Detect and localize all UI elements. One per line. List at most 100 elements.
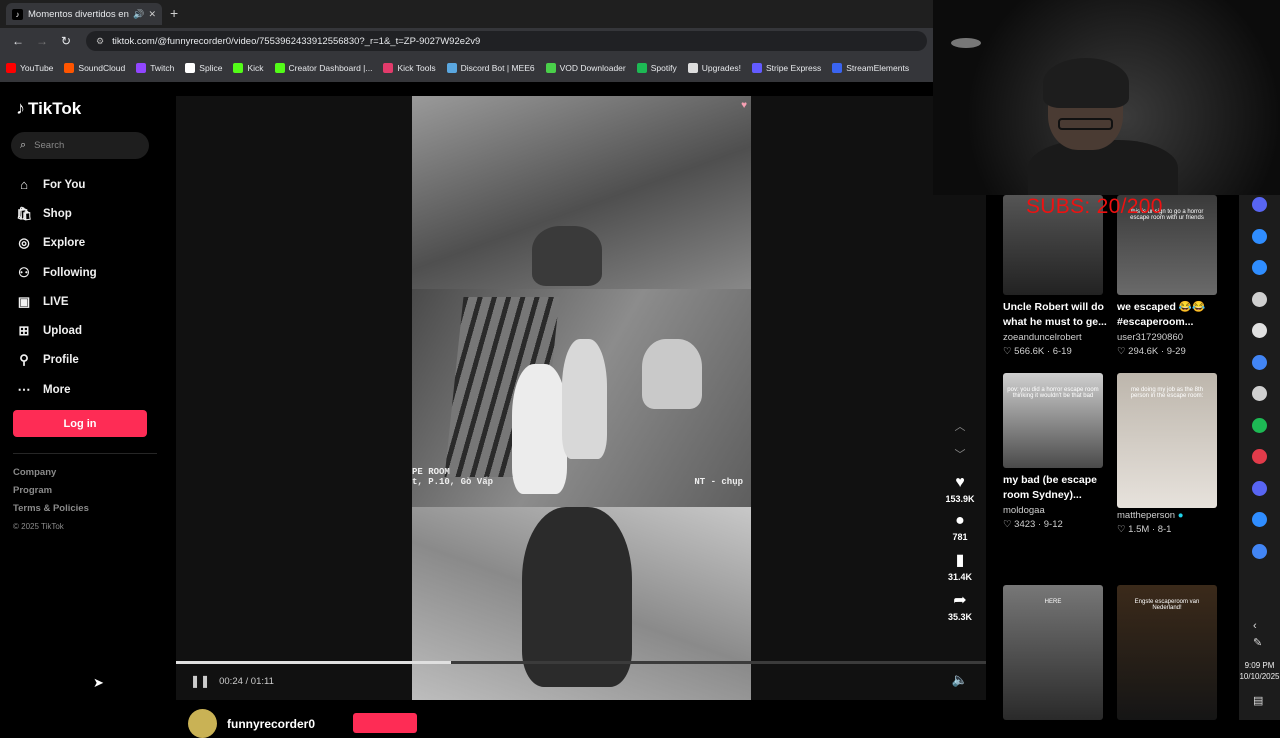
- bookmark-item[interactable]: Spotify: [636, 63, 677, 73]
- taskbar-clock[interactable]: 9:09 PM 10/10/2025: [1239, 660, 1280, 682]
- comment-button[interactable]: ● 781: [944, 512, 976, 542]
- footer-link-program[interactable]: Program: [13, 482, 89, 500]
- sidebar-item-following[interactable]: ⚇ Following: [16, 258, 96, 287]
- share-count: 35.3K: [947, 612, 973, 622]
- chevron-left-icon[interactable]: ‹: [1253, 620, 1257, 632]
- video-card-title[interactable]: my bad (be escape room Sydney)...: [1003, 473, 1115, 503]
- site-info-icon[interactable]: ⚙: [96, 36, 104, 47]
- video-card-title[interactable]: Uncle Robert will do what he must to ge.…: [1003, 300, 1115, 330]
- share-icon: ➦: [953, 592, 967, 609]
- chrome-icon[interactable]: [1252, 543, 1267, 559]
- bookmark-item[interactable]: Discord Bot | MEE6: [446, 63, 535, 73]
- video-progress-bar[interactable]: [176, 661, 986, 664]
- like-count: 153.9K: [945, 494, 975, 504]
- like-button[interactable]: ♥ 153.9K: [944, 474, 976, 504]
- search-input[interactable]: ⌕ Search: [11, 132, 149, 159]
- new-tab-button[interactable]: +: [170, 5, 178, 21]
- forward-button[interactable]: →: [30, 34, 54, 48]
- app-icon[interactable]: [1252, 323, 1267, 338]
- back-button[interactable]: ←: [6, 34, 30, 48]
- save-button[interactable]: ▮ 31.4K: [944, 550, 976, 582]
- music-icon[interactable]: [1252, 449, 1267, 464]
- bookmark-item[interactable]: YouTube: [6, 63, 53, 73]
- follow-button[interactable]: [353, 713, 417, 733]
- sidebar-item-more[interactable]: ⋯ More: [16, 375, 97, 404]
- url-field[interactable]: ⚙ tiktok.com/@funnyrecorder0/video/75539…: [86, 31, 927, 51]
- live-icon[interactable]: [1252, 512, 1267, 527]
- sidebar-item-explore[interactable]: ◎ Explore: [16, 229, 97, 258]
- search-icon: ⌕: [20, 139, 27, 151]
- video-card-title[interactable]: we escaped 😂😂 #escaperoom...: [1117, 300, 1229, 330]
- bookmark-item[interactable]: Creator Dashboard |...: [274, 63, 373, 73]
- previous-video-chevron-up-icon[interactable]: ︿: [944, 418, 976, 434]
- video-card-likes: 1.5M: [1128, 524, 1150, 535]
- footer-link-company[interactable]: Company: [13, 464, 89, 482]
- video-thumbnail[interactable]: HERE: [1003, 585, 1103, 720]
- video-thumbnail[interactable]: pov: you did a horror escape room thinki…: [1003, 373, 1103, 468]
- subs-goal-overlay: SUBS: 20/200: [1026, 195, 1163, 218]
- video-card-user[interactable]: user317290860: [1117, 332, 1219, 343]
- sidebar-item-live[interactable]: ▣ LIVE: [16, 287, 97, 316]
- video-frame[interactable]: PE ROOM t, P.10, Gò Vấp NT - chụp ♥: [412, 96, 751, 700]
- reload-button[interactable]: ↻: [54, 34, 78, 48]
- video-card[interactable]: this is ur sign to go a horror escape ro…: [1117, 195, 1219, 357]
- video-card-likes: 3423: [1014, 519, 1036, 530]
- bookmark-item[interactable]: VOD Downloader: [545, 63, 626, 73]
- browser-icon[interactable]: [1252, 260, 1267, 275]
- volume-icon[interactable]: 🔈: [952, 672, 968, 688]
- bookmark-item[interactable]: SoundCloud: [64, 63, 125, 73]
- webcam-lamp: [951, 38, 981, 48]
- footer-link-terms[interactable]: Terms & Policies: [13, 500, 89, 518]
- browser-tab[interactable]: ♪ Momentos divertidos en el 🔊 ✕: [6, 3, 162, 25]
- video-time: 00:24 / 01:11: [219, 675, 274, 687]
- video-player[interactable]: PE ROOM t, P.10, Gò Vấp NT - chụp ♥ ❚❚ 0…: [176, 96, 986, 700]
- video-thumbnail[interactable]: Engste escaperoom van Nederland!: [1117, 585, 1217, 720]
- video-card-user[interactable]: moldogaa: [1003, 505, 1105, 516]
- video-thumbnail[interactable]: me doing my job as the 8th person in the…: [1117, 373, 1217, 508]
- video-card[interactable]: Engste escaperoom van Nederland!: [1117, 585, 1219, 720]
- app-icon[interactable]: [1252, 386, 1267, 401]
- spotify-icon[interactable]: [1252, 417, 1267, 433]
- steam-icon[interactable]: [1252, 228, 1267, 244]
- calendar-icon[interactable]: [1252, 480, 1267, 496]
- tiktok-logo[interactable]: ♪ TikTok: [16, 98, 81, 119]
- bookmark-item[interactable]: Twitch: [136, 63, 174, 73]
- chrome-icon[interactable]: [1252, 354, 1267, 370]
- speaker-icon[interactable]: 🔊: [133, 9, 144, 20]
- author-name[interactable]: funnyrecorder0: [227, 717, 315, 731]
- video-card-user[interactable]: zoeanduncelrobert: [1003, 332, 1105, 343]
- bookmark-item[interactable]: Upgrades!: [687, 63, 741, 73]
- sidebar-item-label: For You: [43, 178, 86, 191]
- bookmark-item[interactable]: Stripe Express: [751, 63, 821, 73]
- thumbnail-caption: pov: you did a horror escape room thinki…: [1007, 387, 1099, 399]
- video-card[interactable]: pov: you did a horror escape room thinki…: [1003, 373, 1105, 530]
- video-card[interactable]: me doing my job as the 8th person in the…: [1117, 373, 1219, 535]
- bookmark-label: Creator Dashboard |...: [288, 63, 373, 73]
- sidebar-item-for-you[interactable]: ⌂ For You: [16, 170, 97, 199]
- sidebar-item-shop[interactable]: 🛍 Shop: [16, 199, 97, 228]
- bookmark-label: Discord Bot | MEE6: [460, 63, 535, 73]
- login-button[interactable]: Log in: [13, 410, 147, 437]
- video-card[interactable]: Uncle Robert will do what he must to ge.…: [1003, 195, 1107, 357]
- bookmark-item[interactable]: StreamElements: [832, 63, 909, 73]
- discord-icon[interactable]: [1252, 197, 1267, 212]
- video-card-user[interactable]: mattheperson ●: [1117, 510, 1219, 521]
- bookmark-item[interactable]: Kick Tools: [383, 63, 436, 73]
- avatar[interactable]: [188, 709, 217, 738]
- pen-icon[interactable]: ✎: [1253, 636, 1262, 649]
- close-tab-icon[interactable]: ✕: [148, 9, 156, 20]
- pause-icon[interactable]: ❚❚: [190, 674, 210, 688]
- sidebar-item-upload[interactable]: ⊞ Upload: [16, 316, 97, 345]
- sidebar-item-profile[interactable]: ⚲ Profile: [16, 346, 97, 375]
- video-card[interactable]: HERE: [1003, 585, 1105, 720]
- windows-taskbar: ‹ ✎ 9:09 PM 10/10/2025 ▤: [1239, 195, 1280, 720]
- footer-links: Company Program Terms & Policies © 2025 …: [13, 464, 89, 536]
- next-video-chevron-down-icon[interactable]: ﹀: [944, 446, 976, 462]
- notification-icon[interactable]: ▤: [1253, 694, 1263, 707]
- bookmark-item[interactable]: Kick: [233, 63, 264, 73]
- sidebar-item-label: Explore: [43, 237, 86, 250]
- share-button[interactable]: ➦ 35.3K: [944, 590, 976, 622]
- bookmark-item[interactable]: Splice: [185, 63, 222, 73]
- cctv-location-label: PE ROOM t, P.10, Gò Vấp: [412, 467, 494, 487]
- obs-icon[interactable]: [1252, 291, 1267, 307]
